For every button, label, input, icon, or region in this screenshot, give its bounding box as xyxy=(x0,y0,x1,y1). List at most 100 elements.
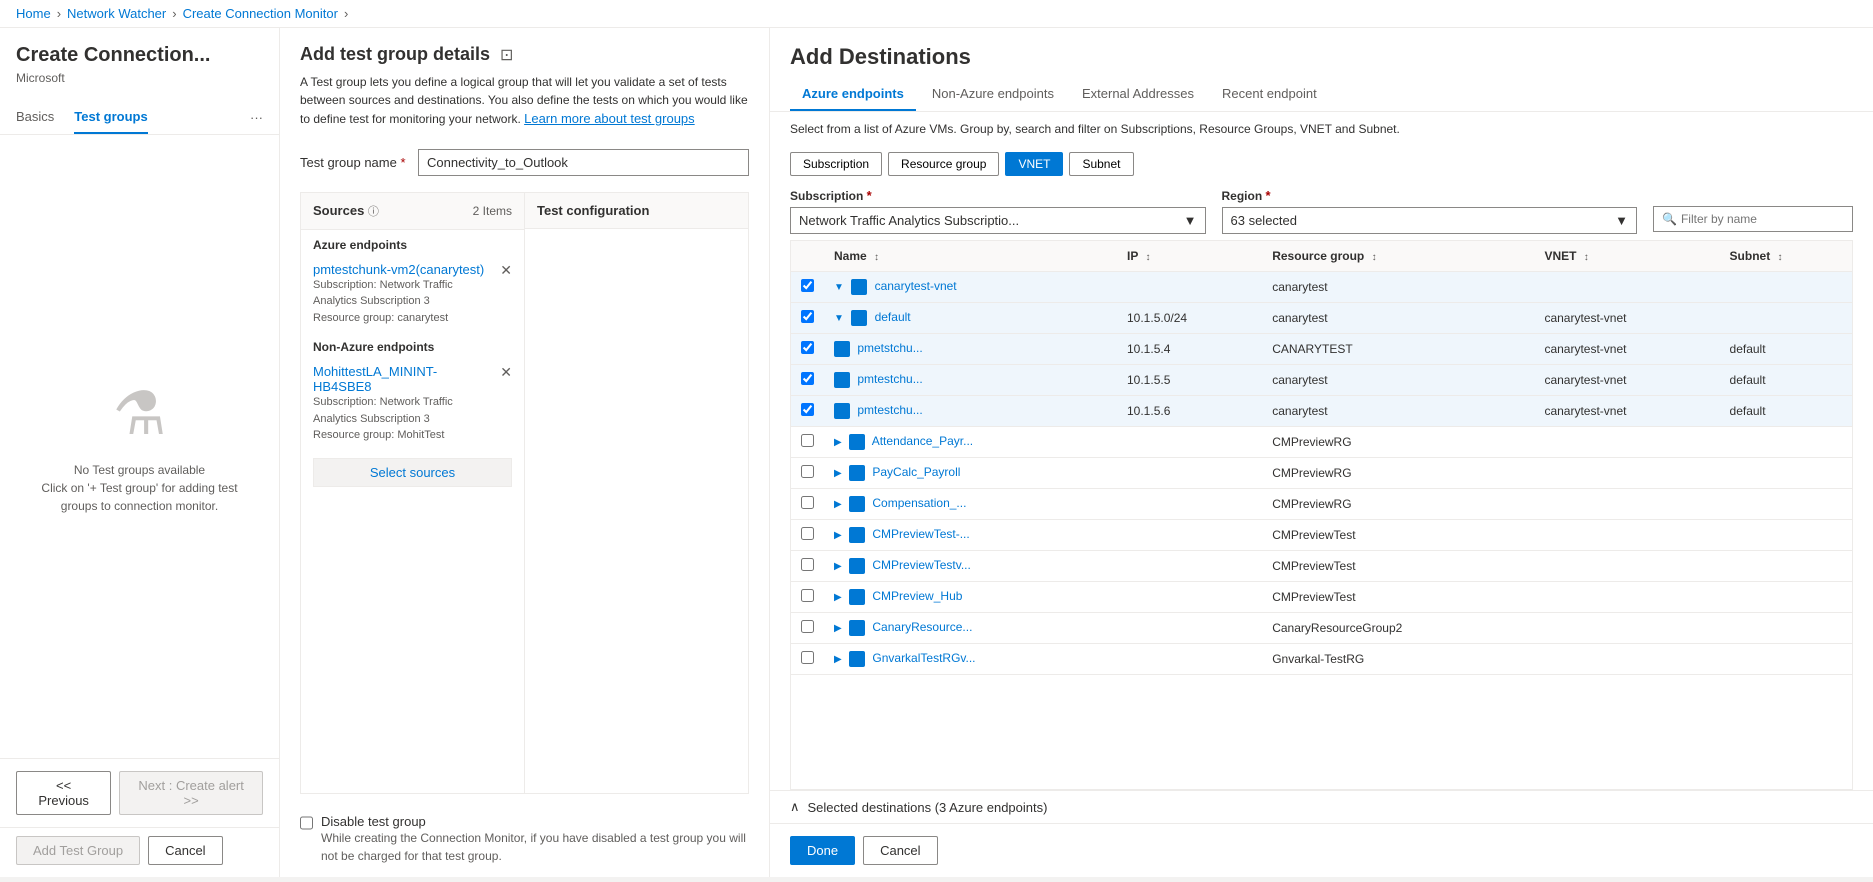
sidebar-nav-basics[interactable]: Basics xyxy=(16,101,54,134)
region-select[interactable]: 63 selected ▼ xyxy=(1222,207,1638,234)
breadcrumb-sep-2: › xyxy=(172,6,176,21)
breadcrumb-create-monitor[interactable]: Create Connection Monitor xyxy=(183,6,338,21)
azure-endpoint-item-1: pmtestchunk-vm2(canarytest) Subscription… xyxy=(301,256,524,333)
subscription-select[interactable]: Network Traffic Analytics Subscriptio...… xyxy=(790,207,1206,234)
col-subnet[interactable]: Subnet ↕ xyxy=(1720,241,1852,272)
row-name-5[interactable]: pmtestchu... xyxy=(824,396,1117,427)
row-name-7[interactable]: ▶ PayCalc_Payroll xyxy=(824,458,1117,489)
expand-icon-12[interactable]: ▶ xyxy=(834,623,842,634)
row-checkbox-3[interactable] xyxy=(791,334,824,365)
sidebar-nav: Basics Test groups ··· xyxy=(0,101,279,135)
expand-icon-10[interactable]: ▶ xyxy=(834,561,842,572)
sidebar-nav-more[interactable]: ··· xyxy=(250,110,263,125)
row-checkbox-2[interactable] xyxy=(791,303,824,334)
row-name-6[interactable]: ▶ Attendance_Payr... xyxy=(824,427,1117,458)
row-ip-4: 10.1.5.5 xyxy=(1117,365,1262,396)
non-azure-endpoint-name-1[interactable]: MohittestLA_MININT-HB4SBE8 xyxy=(313,364,492,394)
expand-icon-8[interactable]: ▶ xyxy=(834,499,842,510)
test-config-label: Test configuration xyxy=(537,203,649,218)
row-checkbox-13[interactable] xyxy=(791,644,824,675)
tab-recent-endpoint[interactable]: Recent endpoint xyxy=(1210,78,1329,111)
next-button[interactable]: Next : Create alert >> xyxy=(119,771,263,815)
expand-icon-2[interactable]: ▼ xyxy=(834,313,844,324)
cancel-button-sidebar[interactable]: Cancel xyxy=(148,836,222,865)
row-checkbox-5[interactable] xyxy=(791,396,824,427)
row-checkbox-8[interactable] xyxy=(791,489,824,520)
row-checkbox-4[interactable] xyxy=(791,365,824,396)
row-ip-2: 10.1.5.0/24 xyxy=(1117,303,1262,334)
filter-vnet-btn[interactable]: VNET xyxy=(1005,152,1063,176)
row-name-1[interactable]: ▼ canarytest-vnet xyxy=(824,272,1117,303)
breadcrumb-home[interactable]: Home xyxy=(16,6,51,21)
row-vnet-2: canarytest-vnet xyxy=(1534,303,1719,334)
region-value: 63 selected xyxy=(1231,213,1298,228)
row-checkbox-10[interactable] xyxy=(791,551,824,582)
right-panel-description: Select from a list of Azure VMs. Group b… xyxy=(770,112,1873,146)
subnet-icon-2 xyxy=(851,310,867,326)
sidebar-empty-state: ⚗ No Test groups available Click on '+ T… xyxy=(0,135,279,758)
row-checkbox-6[interactable] xyxy=(791,427,824,458)
previous-button[interactable]: << Previous xyxy=(16,771,111,815)
filter-subscription-btn[interactable]: Subscription xyxy=(790,152,882,176)
row-name-12[interactable]: ▶ CanaryResource... xyxy=(824,613,1117,644)
disable-test-group-checkbox[interactable] xyxy=(300,816,313,830)
col-name[interactable]: Name ↕ xyxy=(824,241,1117,272)
selected-bar-chevron-icon[interactable]: ∧ xyxy=(790,799,800,815)
sources-info-icon[interactable]: ⓘ xyxy=(368,206,379,218)
expand-icon-7[interactable]: ▶ xyxy=(834,468,842,479)
breadcrumb-network-watcher[interactable]: Network Watcher xyxy=(67,6,166,21)
row-vnet-4: canarytest-vnet xyxy=(1534,365,1719,396)
azure-endpoint-name-1[interactable]: pmtestchunk-vm2(canarytest) xyxy=(313,262,492,277)
row-name-11[interactable]: ▶ CMPreview_Hub xyxy=(824,582,1117,613)
filter-resource-group-btn[interactable]: Resource group xyxy=(888,152,999,176)
expand-icon-6[interactable]: ▶ xyxy=(834,437,842,448)
expand-icon-13[interactable]: ▶ xyxy=(834,654,842,665)
select-sources-button[interactable]: Select sources xyxy=(313,458,512,487)
filter-by-name-input[interactable] xyxy=(1681,212,1844,226)
col-vnet[interactable]: VNET ↕ xyxy=(1534,241,1719,272)
row-rg-4: canarytest xyxy=(1262,365,1534,396)
row-checkbox-11[interactable] xyxy=(791,582,824,613)
row-checkbox-9[interactable] xyxy=(791,520,824,551)
disable-test-group-desc: While creating the Connection Monitor, i… xyxy=(321,829,749,865)
sidebar-nav-test-groups[interactable]: Test groups xyxy=(74,101,147,134)
non-azure-endpoint-item-1: MohittestLA_MININT-HB4SBE8 Subscription:… xyxy=(301,358,524,450)
row-name-8[interactable]: ▶ Compensation_... xyxy=(824,489,1117,520)
test-group-name-input[interactable] xyxy=(418,149,749,176)
non-azure-endpoint-sub-1: Subscription: Network Traffic Analytics … xyxy=(313,394,492,427)
row-name-10[interactable]: ▶ CMPreviewTestv... xyxy=(824,551,1117,582)
vnet-icon-6 xyxy=(849,434,865,450)
row-name-2[interactable]: ▼ default xyxy=(824,303,1117,334)
row-name-3[interactable]: pmetstchu... xyxy=(824,334,1117,365)
vnet-icon-7 xyxy=(849,465,865,481)
learn-more-link[interactable]: Learn more about test groups xyxy=(524,111,695,126)
expand-icon-1[interactable]: ▼ xyxy=(834,282,844,293)
row-ip-6 xyxy=(1117,427,1262,458)
row-name-4[interactable]: pmtestchu... xyxy=(824,365,1117,396)
add-test-group-button-sidebar[interactable]: Add Test Group xyxy=(16,836,140,865)
azure-endpoint-remove-1[interactable]: ✕ xyxy=(500,262,512,279)
table-row: ▶ PayCalc_Payroll CMPreviewRG xyxy=(791,458,1852,489)
tab-azure-endpoints[interactable]: Azure endpoints xyxy=(790,78,916,111)
non-azure-endpoint-remove-1[interactable]: ✕ xyxy=(500,364,512,381)
row-subnet-4: default xyxy=(1720,365,1852,396)
done-button[interactable]: Done xyxy=(790,836,855,865)
row-checkbox-12[interactable] xyxy=(791,613,824,644)
tab-external-addresses[interactable]: External Addresses xyxy=(1070,78,1206,111)
row-checkbox-1[interactable] xyxy=(791,272,824,303)
row-name-13[interactable]: ▶ GnvarkalTestRGv... xyxy=(824,644,1117,675)
row-checkbox-7[interactable] xyxy=(791,458,824,489)
cancel-button-right[interactable]: Cancel xyxy=(863,836,937,865)
col-resource-group[interactable]: Resource group ↕ xyxy=(1262,241,1534,272)
selected-destinations-text: Selected destinations (3 Azure endpoints… xyxy=(808,800,1048,815)
row-name-9[interactable]: ▶ CMPreviewTest-... xyxy=(824,520,1117,551)
subscription-label: Subscription * xyxy=(790,188,1206,203)
filter-subnet-btn[interactable]: Subnet xyxy=(1069,152,1133,176)
sources-label: Sources ⓘ xyxy=(313,203,379,219)
expand-icon-11[interactable]: ▶ xyxy=(834,592,842,603)
tab-non-azure-endpoints[interactable]: Non-Azure endpoints xyxy=(920,78,1066,111)
row-ip-7 xyxy=(1117,458,1262,489)
expand-icon-9[interactable]: ▶ xyxy=(834,530,842,541)
col-ip[interactable]: IP ↕ xyxy=(1117,241,1262,272)
table-row: pmtestchu... 10.1.5.6 canarytest canaryt… xyxy=(791,396,1852,427)
